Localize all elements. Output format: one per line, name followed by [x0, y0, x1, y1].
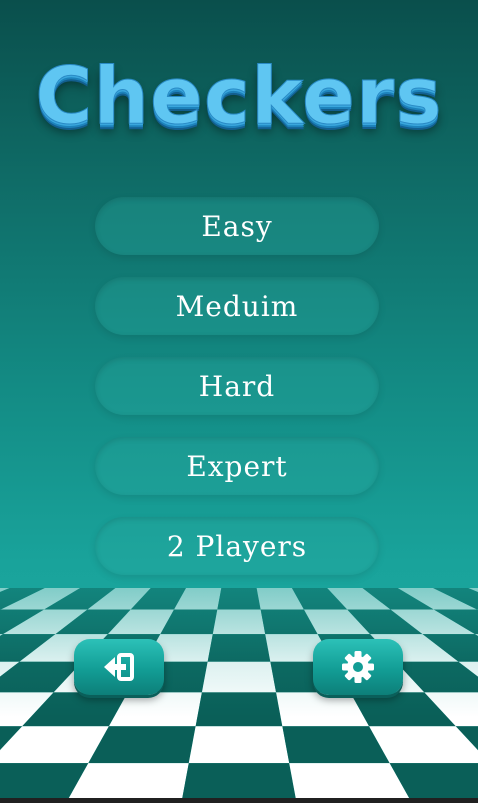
hard-button[interactable]: Hard	[95, 357, 379, 415]
two-players-button[interactable]: 2 Players	[95, 517, 379, 575]
bottom-edge	[0, 798, 478, 803]
expert-button[interactable]: Expert	[95, 437, 379, 495]
exit-icon	[104, 653, 134, 681]
medium-label: Meduim	[175, 289, 299, 323]
medium-button[interactable]: Meduim	[95, 277, 379, 335]
easy-label: Easy	[201, 209, 273, 243]
gear-icon	[342, 651, 374, 683]
easy-button[interactable]: Easy	[95, 197, 379, 255]
checkerboard-floor	[0, 588, 478, 803]
settings-button[interactable]	[313, 639, 403, 695]
exit-button[interactable]	[74, 639, 164, 695]
two-players-label: 2 Players	[166, 529, 308, 563]
hard-label: Hard	[198, 369, 276, 403]
difficulty-menu: Easy Meduim Hard Expert 2 Players	[95, 197, 379, 597]
expert-label: Expert	[186, 449, 288, 483]
game-title: Checkers	[35, 52, 443, 143]
